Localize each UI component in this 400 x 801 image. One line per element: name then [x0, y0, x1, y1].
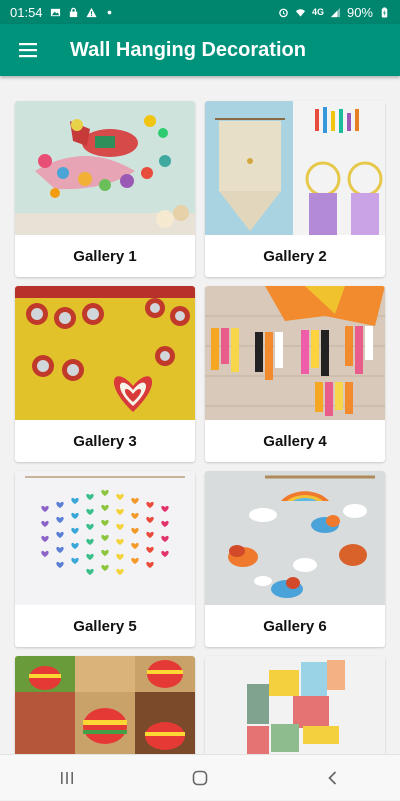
gallery-label: Gallery 5	[15, 605, 195, 647]
gallery-card-7[interactable]	[15, 656, 195, 754]
gallery-card-1[interactable]: Gallery 1	[15, 101, 195, 277]
gallery-list[interactable]: Gallery 1	[0, 76, 400, 754]
gallery-thumbnail	[15, 286, 195, 420]
wifi-icon	[295, 7, 306, 18]
gallery-label: Gallery 3	[15, 420, 195, 462]
gallery-card-3[interactable]: Gallery 3	[15, 286, 195, 462]
gallery-label: Gallery 2	[205, 235, 385, 277]
macrame-dreamcatcher-image	[205, 101, 385, 235]
lock-icon	[68, 7, 79, 18]
warning-icon	[86, 7, 97, 18]
yarn-bunting-image	[205, 286, 385, 420]
gallery-label: Gallery 1	[15, 235, 195, 277]
back-icon	[324, 769, 342, 787]
striped-lanterns-collage-image	[15, 656, 195, 754]
status-bar: 01:54 4G 90%	[0, 0, 400, 24]
gallery-card-2[interactable]: Gallery 2	[205, 101, 385, 277]
gallery-thumbnail	[205, 471, 385, 605]
alarm-icon	[278, 7, 289, 18]
gallery-card-6[interactable]: Gallery 6	[205, 471, 385, 647]
gallery-thumbnail	[15, 656, 195, 754]
rainbow-hearts-mobile-image	[15, 471, 195, 605]
network-type: 4G	[312, 7, 324, 17]
gallery-icon	[50, 7, 61, 18]
recent-apps-icon	[58, 769, 76, 787]
gallery-card-8[interactable]	[205, 656, 385, 754]
status-time: 01:54	[10, 5, 43, 20]
app-bar: Wall Hanging Decoration	[0, 24, 400, 76]
hamburger-menu-icon	[18, 42, 38, 58]
system-nav-bar	[0, 754, 400, 800]
gallery-card-4[interactable]: Gallery 4	[205, 286, 385, 462]
gallery-thumbnail	[205, 656, 385, 754]
gallery-thumbnail	[205, 101, 385, 235]
battery-charging-icon	[379, 7, 390, 18]
home-icon	[191, 769, 209, 787]
battery-percent: 90%	[347, 5, 373, 20]
gallery-label: Gallery 6	[205, 605, 385, 647]
gallery-label: Gallery 4	[205, 420, 385, 462]
app-title: Wall Hanging Decoration	[70, 39, 306, 62]
signal-icon	[330, 7, 341, 18]
gallery-thumbnail	[205, 286, 385, 420]
menu-button[interactable]	[0, 24, 56, 76]
gallery-thumbnail	[15, 471, 195, 605]
gallery-thumbnail	[15, 101, 195, 235]
rocking-horse-wall-art-image	[15, 101, 195, 235]
color-blocks-wall-art-image	[205, 656, 385, 754]
back-button[interactable]	[303, 755, 363, 801]
dot-icon	[104, 7, 115, 18]
home-button[interactable]	[170, 755, 230, 801]
recent-apps-button[interactable]	[37, 755, 97, 801]
mirror-hangings-image	[15, 286, 195, 420]
gallery-card-5[interactable]: Gallery 5	[15, 471, 195, 647]
felt-bird-mobile-image	[205, 471, 385, 605]
